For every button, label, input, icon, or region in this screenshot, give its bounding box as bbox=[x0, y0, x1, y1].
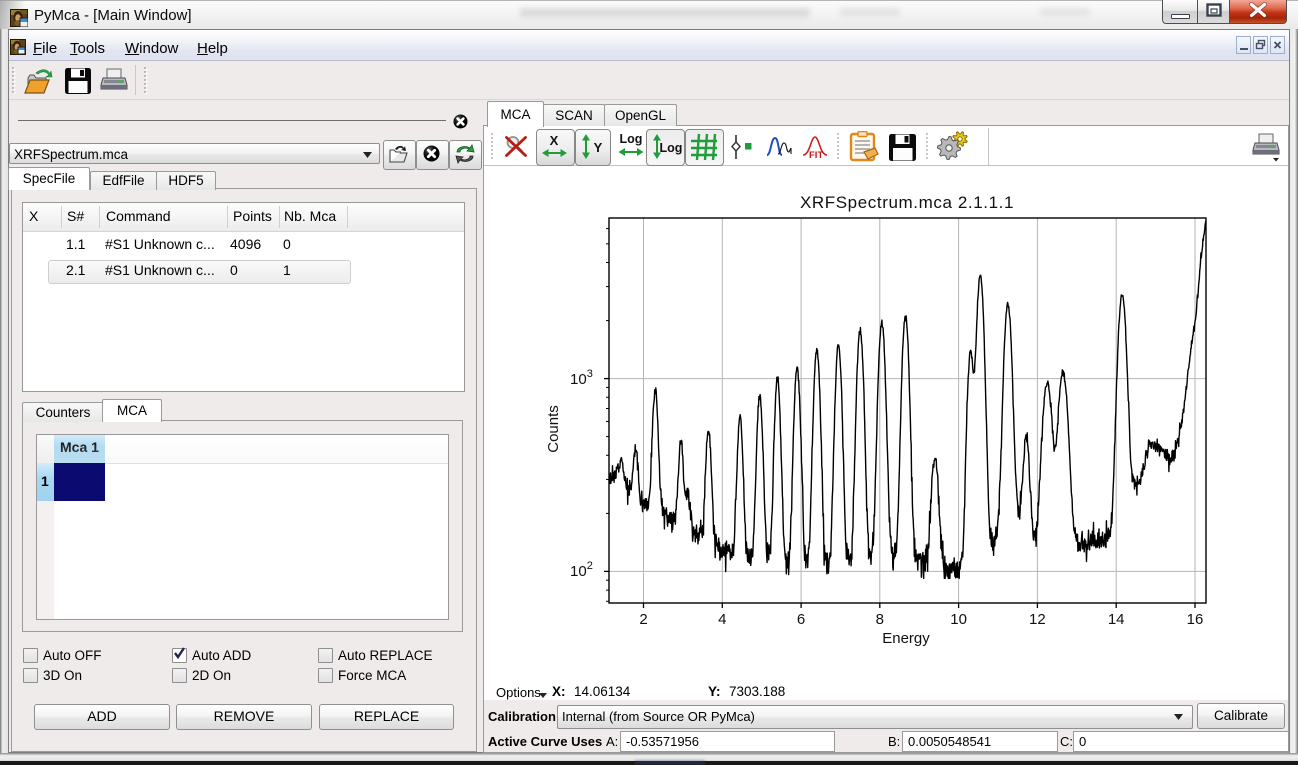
svg-text:4: 4 bbox=[718, 611, 726, 628]
svg-text:Log: Log bbox=[660, 141, 683, 155]
svg-text:FIT: FIT bbox=[809, 150, 823, 160]
svg-text:14: 14 bbox=[1108, 611, 1125, 628]
svg-text:Energy: Energy bbox=[882, 630, 930, 647]
svg-text:12: 12 bbox=[1029, 611, 1046, 628]
svg-text:6: 6 bbox=[797, 611, 805, 628]
svg-text:8: 8 bbox=[876, 611, 884, 628]
svg-text:Counts: Counts bbox=[545, 405, 562, 453]
svg-text:10: 10 bbox=[950, 611, 967, 628]
svg-text:16: 16 bbox=[1187, 611, 1204, 628]
svg-text:XRFSpectrum.mca 2.1.1.1: XRFSpectrum.mca 2.1.1.1 bbox=[800, 193, 1014, 212]
svg-text:Y: Y bbox=[594, 140, 603, 155]
svg-text:X: X bbox=[550, 133, 559, 148]
svg-text:Log: Log bbox=[620, 132, 643, 146]
svg-text:2: 2 bbox=[639, 611, 647, 628]
